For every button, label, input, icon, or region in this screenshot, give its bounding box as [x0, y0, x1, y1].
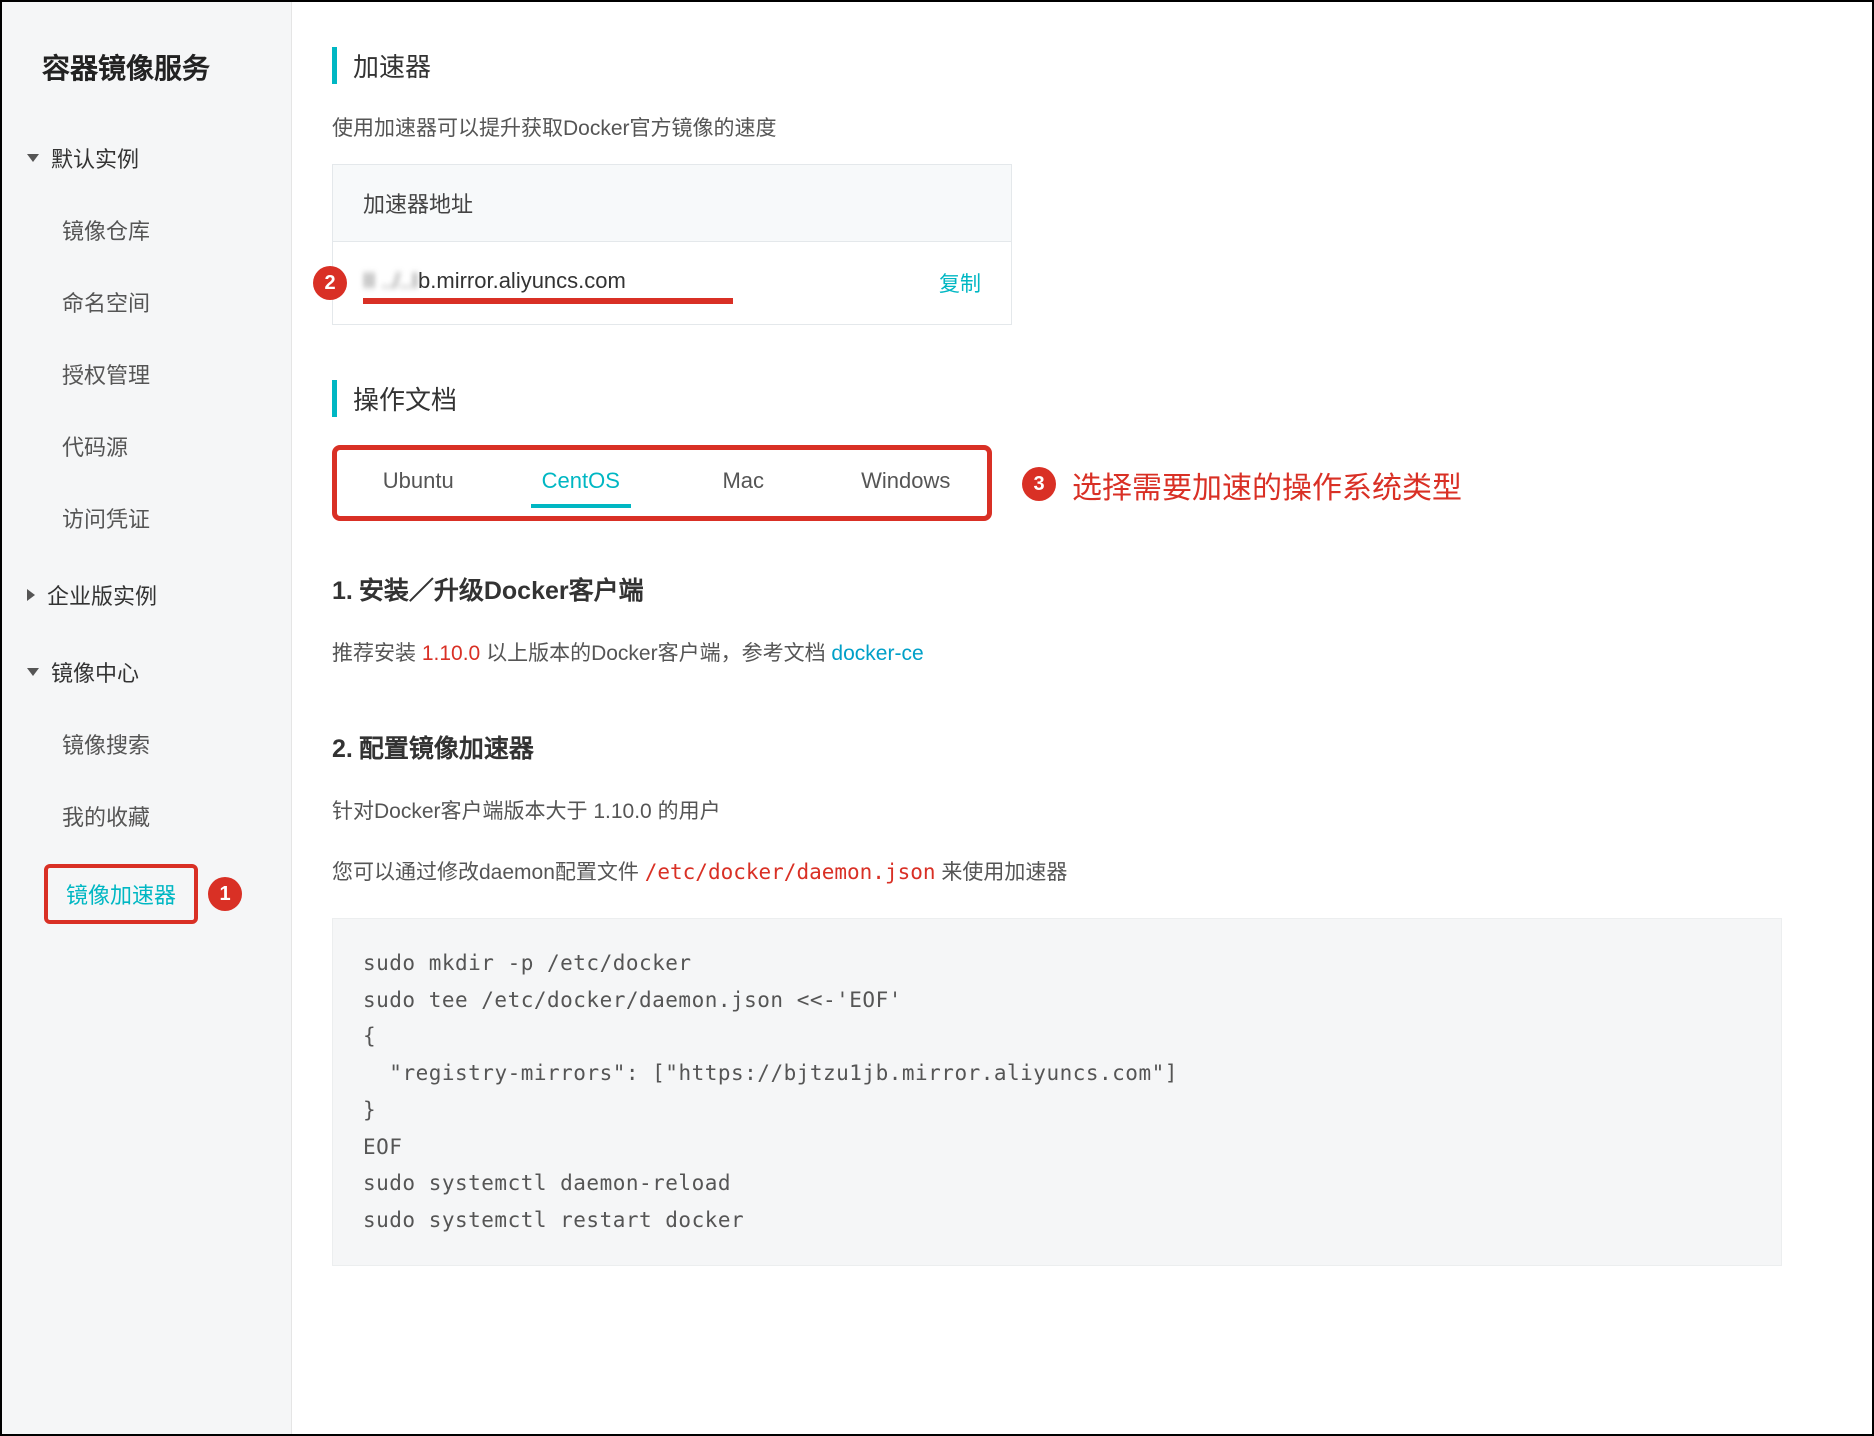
- tab-windows[interactable]: Windows: [825, 460, 988, 506]
- sidebar-item-mirror-search[interactable]: 镜像搜索: [2, 708, 291, 780]
- doc-section1-para: 推荐安装 1.10.0 以上版本的Docker客户端，参考文档 docker-c…: [332, 637, 1782, 671]
- sidebar-item-mirror-accel[interactable]: 镜像加速器: [66, 883, 176, 908]
- sidebar-item-repos[interactable]: 镜像仓库: [2, 194, 291, 266]
- nav-group-label: 企业版实例: [47, 579, 157, 611]
- sidebar-item-mirror-accel-wrapper: 镜像加速器 1: [2, 852, 291, 936]
- chevron-down-icon: [27, 154, 39, 162]
- nav-group-enterprise: 企业版实例: [2, 559, 291, 631]
- sidebar-title: 容器镜像服务: [2, 27, 291, 122]
- accel-card: 加速器地址 2 II ../..Ib.mirror.aliyuncs.com 复…: [332, 164, 1012, 325]
- section-title-text: 配置镜像加速器: [359, 735, 534, 763]
- sidebar-item-codesource[interactable]: 代码源: [2, 410, 291, 482]
- doc-section2-para2: 您可以通过修改daemon配置文件 /etc/docker/daemon.jso…: [332, 856, 1782, 890]
- sidebar-item-namespace[interactable]: 命名空间: [2, 266, 291, 338]
- nav-group-label: 镜像中心: [51, 656, 139, 688]
- accel-card-body: 2 II ../..Ib.mirror.aliyuncs.com 复制: [333, 242, 1011, 306]
- code-block[interactable]: sudo mkdir -p /etc/docker sudo tee /etc/…: [332, 918, 1782, 1266]
- annotation-badge-2: 2: [313, 266, 347, 300]
- accel-address-blurred: II ../..I: [363, 268, 418, 294]
- sidebar-item-auth[interactable]: 授权管理: [2, 338, 291, 410]
- tab-centos[interactable]: CentOS: [500, 460, 663, 506]
- chevron-right-icon: [27, 589, 35, 601]
- version-text: 1.10.0: [422, 642, 480, 665]
- accel-address-suffix: b.mirror.aliyuncs.com: [418, 268, 626, 293]
- sidebar-item-my-favorites[interactable]: 我的收藏: [2, 780, 291, 852]
- accel-address: II ../..Ib.mirror.aliyuncs.com: [363, 268, 939, 298]
- accel-card-header: 加速器地址: [333, 165, 1011, 242]
- docker-ce-link[interactable]: docker-ce: [831, 642, 923, 665]
- copy-button[interactable]: 复制: [939, 268, 981, 298]
- sidebar-item-credentials[interactable]: 访问凭证: [2, 482, 291, 554]
- tab-mac[interactable]: Mac: [662, 460, 825, 506]
- main-content: 加速器 使用加速器可以提升获取Docker官方镜像的速度 加速器地址 2 II …: [292, 2, 1872, 1434]
- annotation-badge-3: 3: [1022, 467, 1056, 501]
- accel-desc: 使用加速器可以提升获取Docker官方镜像的速度: [332, 112, 1782, 142]
- annotation-badge-1: 1: [208, 877, 242, 911]
- nav-group-label: 默认实例: [51, 142, 139, 174]
- section-number: 2.: [332, 735, 353, 763]
- docs-section-header: 操作文档: [332, 380, 1782, 417]
- annotation-underline: [363, 298, 733, 304]
- sidebar: 容器镜像服务 默认实例 镜像仓库 命名空间 授权管理 代码源 访问凭证 企业版实…: [2, 2, 292, 1434]
- nav-group-header-enterprise[interactable]: 企业版实例: [2, 559, 291, 631]
- nav-group-default: 默认实例 镜像仓库 命名空间 授权管理 代码源 访问凭证: [2, 122, 291, 554]
- section-number: 1.: [332, 577, 353, 605]
- nav-group-header-mirror-center[interactable]: 镜像中心: [2, 636, 291, 708]
- doc-section1-title: 1.安装／升级Docker客户端: [332, 571, 1782, 607]
- chevron-down-icon: [27, 668, 39, 676]
- nav-group-header-default[interactable]: 默认实例: [2, 122, 291, 194]
- accel-section-header: 加速器: [332, 47, 1782, 84]
- nav-group-mirror-center: 镜像中心 镜像搜索 我的收藏 镜像加速器 1: [2, 636, 291, 936]
- annotation-box-1: 镜像加速器 1: [44, 864, 198, 924]
- tabs-wrapper: Ubuntu CentOS Mac Windows 3 选择需要加速的操作系统类…: [332, 445, 1782, 521]
- tab-ubuntu[interactable]: Ubuntu: [337, 460, 500, 506]
- annotation-box-3: Ubuntu CentOS Mac Windows: [332, 445, 992, 521]
- doc-section2-title: 2.配置镜像加速器: [332, 729, 1782, 765]
- daemon-json-path: /etc/docker/daemon.json: [645, 860, 936, 884]
- section-title-text: 安装／升级Docker客户端: [359, 577, 644, 605]
- doc-section2-para1: 针对Docker客户端版本大于 1.10.0 的用户: [332, 795, 1782, 829]
- annotation-text-3: 选择需要加速的操作系统类型: [1072, 463, 1462, 507]
